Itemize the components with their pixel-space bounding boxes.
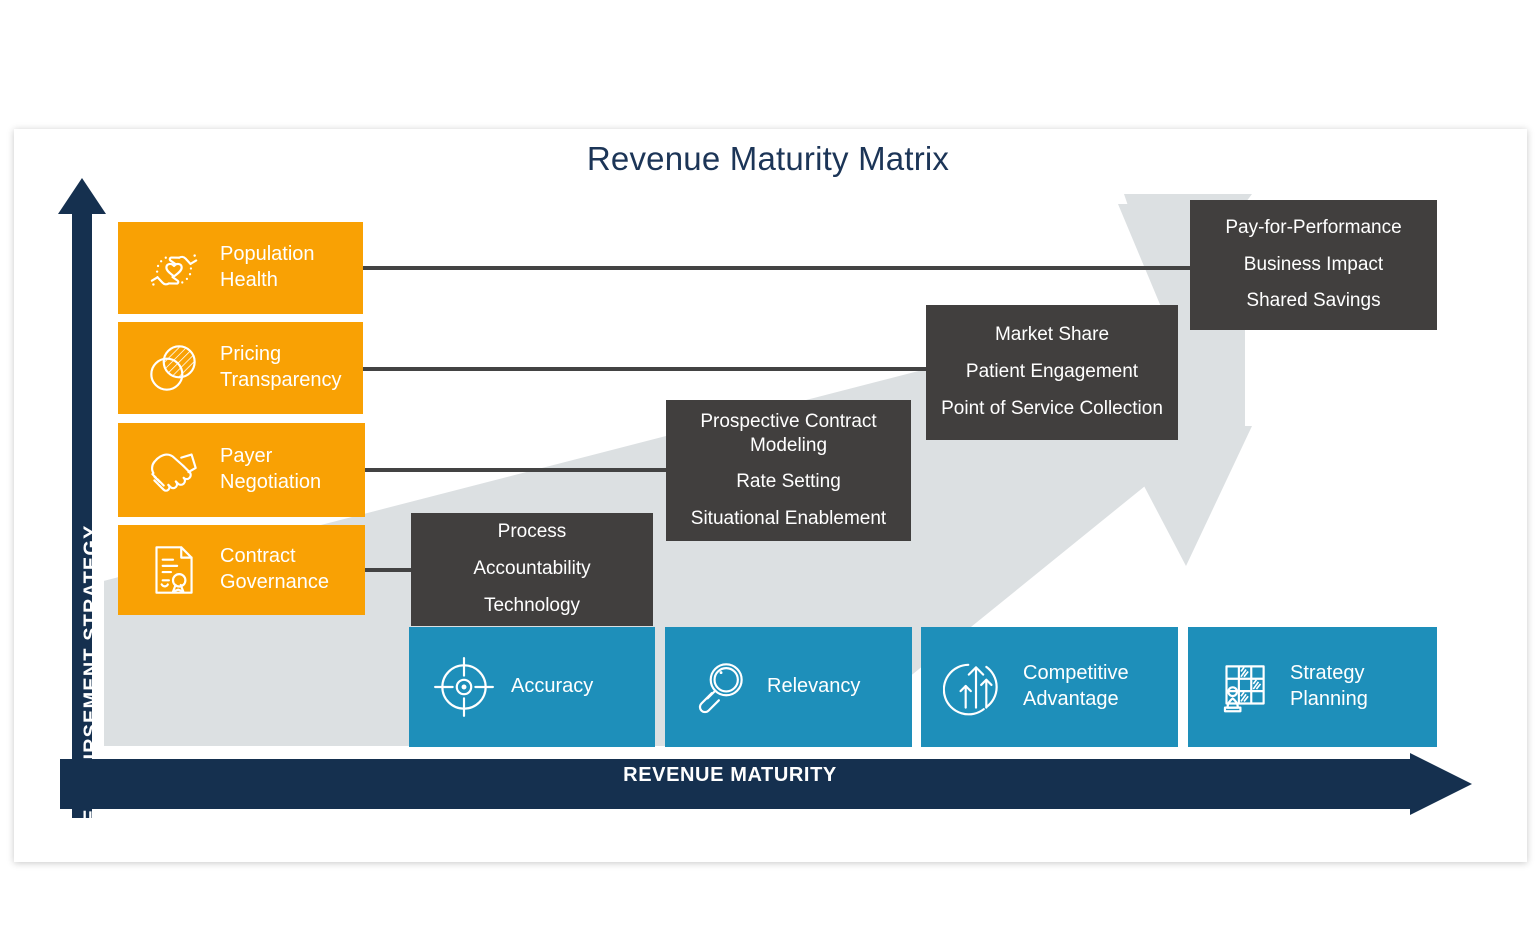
outcome-line: Accountability	[473, 558, 591, 580]
outcome-line: Process	[497, 521, 567, 543]
outcome-line: Prospective Contract Modeling	[700, 410, 877, 456]
x-axis-label: REVENUE MATURITY	[623, 764, 837, 786]
connector-line-contract-governance	[363, 568, 415, 572]
maturity-box-accuracy[interactable]: Accuracy	[409, 627, 655, 747]
maturity-box-strategy-planning[interactable]: Strategy Planning	[1188, 627, 1437, 747]
growth-arrows-icon	[943, 654, 1009, 720]
outcome-line: Market Share	[994, 324, 1110, 346]
maturity-box-competitive-advantage[interactable]: Competitive Advantage	[921, 627, 1178, 747]
population-health-icon	[140, 235, 206, 301]
strategy-box-payer-negotiation[interactable]: Payer Negotiation	[118, 423, 365, 517]
stage-2-outcomes[interactable]: Prospective Contract Modeling Rate Setti…	[666, 400, 911, 541]
y-axis-arrow: REIMBURSEMENT STRATEGY	[58, 178, 106, 838]
stage-4-outcomes[interactable]: Pay-for-Performance Business Impact Shar…	[1190, 200, 1437, 330]
connector-line-pricing-transparency	[363, 367, 933, 371]
outcome-line: Patient Engagement	[965, 361, 1139, 383]
payer-negotiation-icon	[140, 437, 206, 503]
strategy-label: Payer Negotiation	[220, 445, 322, 493]
maturity-label: Relevancy	[767, 675, 861, 698]
pricing-transparency-icon	[140, 335, 206, 401]
connector-line-payer-negotiation	[363, 468, 673, 472]
maturity-label: Competitive Advantage	[1023, 662, 1129, 710]
strategy-box-contract-governance[interactable]: Contract Governance	[118, 525, 365, 615]
outcome-line: Point of Service Collection	[941, 397, 1163, 419]
maturity-label: Accuracy	[511, 675, 594, 698]
connector-line-population-health	[363, 266, 1203, 270]
outcome-line: Pay-for-Performance	[1225, 216, 1402, 238]
chess-grid-icon	[1210, 654, 1276, 720]
maturity-label: Strategy Planning	[1290, 662, 1368, 710]
magnifier-icon	[687, 654, 753, 720]
stage-1-outcomes[interactable]: Process Accountability Technology	[411, 513, 653, 626]
stage-3-outcomes[interactable]: Market Share Patient Engagement Point of…	[926, 305, 1178, 440]
outcome-line: Business Impact	[1243, 253, 1384, 275]
strategy-box-pricing-transparency[interactable]: Pricing Transparency	[118, 322, 363, 414]
outcome-line: Rate Setting	[736, 471, 841, 493]
page-title: Revenue Maturity Matrix	[0, 140, 1540, 178]
contract-governance-icon	[140, 537, 206, 603]
outcome-line: Shared Savings	[1246, 290, 1381, 312]
page-title-text: Revenue Maturity Matrix	[586, 140, 950, 177]
outcome-line: Technology	[483, 594, 581, 616]
maturity-box-relevancy[interactable]: Relevancy	[665, 627, 912, 747]
outcome-line: Situational Enablement	[690, 508, 887, 530]
strategy-box-population-health[interactable]: Population Health	[118, 222, 363, 314]
strategy-label: Contract Governance	[220, 545, 329, 593]
target-icon	[431, 654, 497, 720]
diagram-canvas: Revenue Maturity Matrix REIMBURSEMENT ST…	[0, 0, 1540, 880]
strategy-label: Population Health	[220, 243, 315, 291]
strategy-label: Pricing Transparency	[220, 343, 342, 391]
